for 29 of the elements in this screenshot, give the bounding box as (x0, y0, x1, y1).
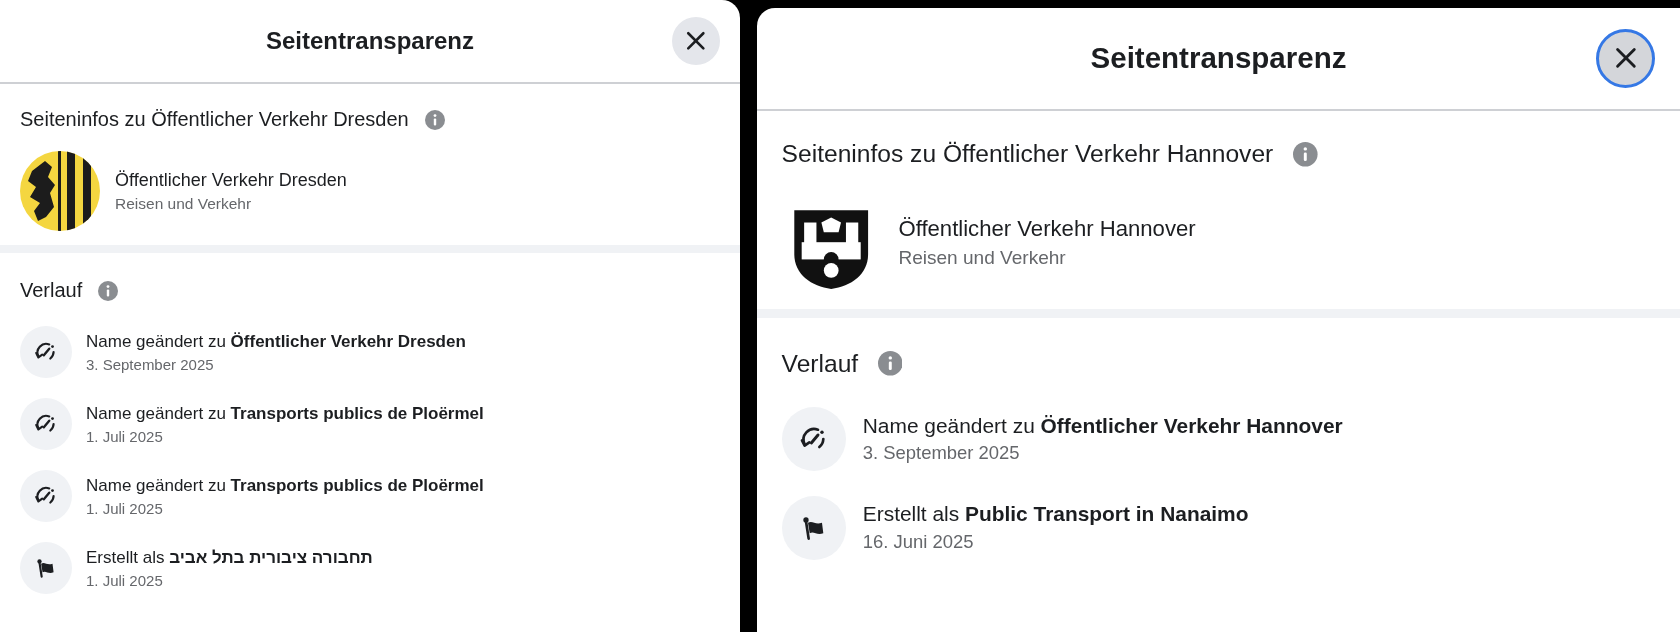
dialog-title: Seitentransparenz (1090, 41, 1347, 76)
section-heading: Verlauf (20, 279, 83, 302)
page-category: Reisen und Verkehr (115, 194, 253, 213)
close-icon (1613, 46, 1638, 71)
page-category: Reisen und Verkehr (898, 246, 1067, 269)
info-icon[interactable] (877, 351, 903, 376)
info-icon[interactable] (1292, 142, 1318, 167)
info-icon[interactable] (424, 109, 445, 130)
history-entry: Erstellt als Public Transport in Nanaimo (862, 502, 1249, 527)
flag-icon (20, 542, 72, 594)
history-date: 1. Juli 2025 (86, 571, 164, 589)
history-date: 1. Juli 2025 (86, 499, 164, 517)
history-date: 3. September 2025 (86, 355, 215, 373)
page-name: Öffentlicher Verkehr Hannover (898, 215, 1196, 242)
history-date: 16. Juni 2025 (862, 531, 975, 554)
close-icon (685, 30, 707, 52)
section-heading: Seiteninfos zu Öffentlicher Verkehr Dresden (20, 108, 409, 131)
history-date: 3. September 2025 (862, 442, 1021, 465)
history-entry: Name geändert zu Transports publics de Ploërmel (86, 403, 484, 424)
history-entry: Name geändert zu Öffentlicher Verkehr Dresden (86, 331, 466, 352)
section-heading: Seiteninfos zu Öffentlicher Verkehr Hannover (781, 140, 1274, 169)
info-icon[interactable] (98, 280, 119, 301)
history-entry: Name geändert zu Transports publics de Ploërmel (86, 475, 484, 496)
dialog-title: Seitentransparenz (265, 27, 475, 55)
history-entry: Name geändert zu Öffentlicher Verkehr Hannover (862, 413, 1343, 438)
history-date: 1. Juli 2025 (86, 427, 164, 445)
close-button[interactable] (672, 17, 720, 65)
page-name: Öffentlicher Verkehr Dresden (115, 169, 347, 191)
section-heading: Verlauf (781, 349, 859, 378)
